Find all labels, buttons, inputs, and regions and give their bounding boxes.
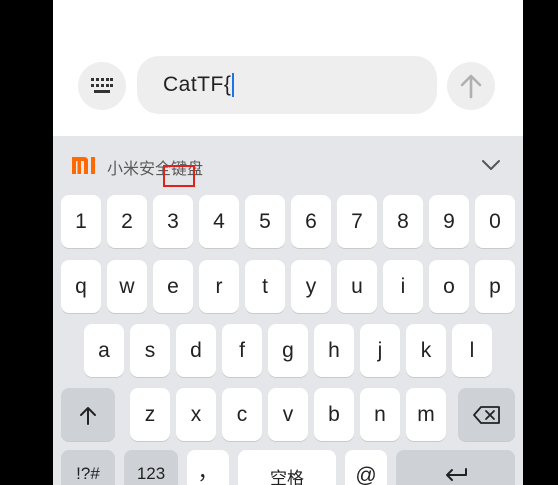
key-7[interactable]: 7 [337,195,377,248]
key-2[interactable]: 2 [107,195,147,248]
key-o[interactable]: o [429,260,469,313]
xiaomi-logo [72,157,95,174]
key-8[interactable]: 8 [383,195,423,248]
key-n[interactable]: n [360,388,400,441]
key-p[interactable]: p [475,260,515,313]
enter-key[interactable] [396,450,515,485]
backspace-key[interactable] [458,388,515,441]
selection-highlight-box [163,165,195,187]
input-area: CatTF{ [53,0,523,136]
key-5[interactable]: 5 [245,195,285,248]
key-9[interactable]: 9 [429,195,469,248]
key-q[interactable]: q [61,260,101,313]
key-1[interactable]: 1 [61,195,101,248]
chevron-down-icon [482,160,500,170]
shift-key[interactable] [61,388,115,441]
backspace-icon [472,405,500,424]
send-button[interactable] [447,62,495,110]
key-0[interactable]: 0 [475,195,515,248]
space-key[interactable]: 空格 [238,450,336,485]
text-cursor [232,73,235,97]
shift-icon [80,406,96,425]
key-4[interactable]: 4 [199,195,239,248]
key-t[interactable]: t [245,260,285,313]
symbols-key[interactable]: !?# [61,450,115,485]
enter-icon [445,468,467,481]
key-r[interactable]: r [199,260,239,313]
key-u[interactable]: u [337,260,377,313]
key-x[interactable]: x [176,388,216,441]
key-v[interactable]: v [268,388,308,441]
message-input[interactable]: CatTF{ [137,56,437,114]
key-f[interactable]: f [222,324,262,377]
key-c[interactable]: c [222,388,262,441]
key-a[interactable]: a [84,324,124,377]
key-w[interactable]: w [107,260,147,313]
comma-key[interactable]: ， [187,450,229,485]
keyboard-header: 小米安全键盘 [53,136,523,192]
collapse-keyboard-button[interactable] [477,154,505,176]
keyboard-toggle-button[interactable] [78,62,126,110]
key-y[interactable]: y [291,260,331,313]
key-6[interactable]: 6 [291,195,331,248]
arrow-up-icon [460,74,482,99]
key-l[interactable]: l [452,324,492,377]
key-3[interactable]: 3 [153,195,193,248]
keyboard: 小米安全键盘 1 2 3 4 5 6 7 8 9 0 q w e r t y u… [53,136,523,485]
key-g[interactable]: g [268,324,308,377]
key-b[interactable]: b [314,388,354,441]
message-input-value: CatTF{ [163,73,232,96]
key-e[interactable]: e [153,260,193,313]
key-k[interactable]: k [406,324,446,377]
at-key[interactable]: @ [345,450,387,485]
key-s[interactable]: s [130,324,170,377]
numbers-key[interactable]: 123 [124,450,178,485]
key-h[interactable]: h [314,324,354,377]
phone-screen: CatTF{ 小米安全键盘 1 2 3 4 5 6 7 8 9 0 q w e … [53,0,523,485]
key-j[interactable]: j [360,324,400,377]
key-d[interactable]: d [176,324,216,377]
keyboard-icon [91,78,113,93]
key-m[interactable]: m [406,388,446,441]
key-i[interactable]: i [383,260,423,313]
key-z[interactable]: z [130,388,170,441]
